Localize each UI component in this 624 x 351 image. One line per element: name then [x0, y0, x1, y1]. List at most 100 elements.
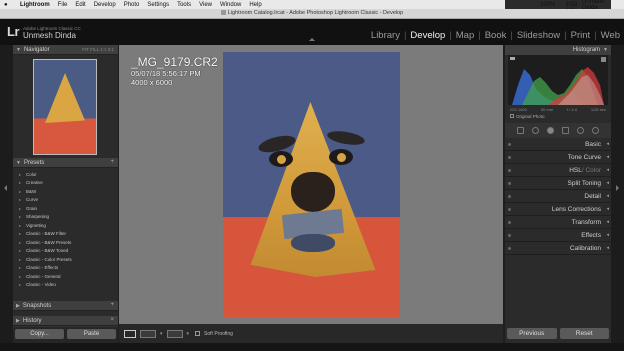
section-effects[interactable]: Effects — [505, 229, 611, 242]
menu-tools[interactable]: Tools — [177, 2, 191, 8]
copy-button[interactable]: Copy... — [15, 329, 64, 339]
loupe-view-icon[interactable] — [124, 329, 136, 338]
section-detail[interactable]: Detail — [505, 190, 611, 203]
section-tone-curve[interactable]: Tone Curve — [505, 151, 611, 164]
presets-header[interactable]: ▼ Presets + — [13, 158, 118, 168]
spot-removal-tool-icon[interactable] — [532, 127, 539, 134]
status-area: 100% Fri 9:59 AM Unmesh Dinda — [505, 0, 611, 14]
graduated-filter-icon[interactable] — [562, 127, 569, 134]
section-calibration[interactable]: Calibration — [505, 242, 611, 255]
navigator-preview[interactable] — [13, 55, 118, 158]
preset-group[interactable]: Classic - B&W Presets — [13, 238, 118, 247]
highlight-clipping-icon[interactable] — [601, 57, 606, 62]
right-panel-edge[interactable] — [611, 45, 624, 351]
add-snapshot-icon[interactable]: + — [110, 302, 114, 308]
preset-group[interactable]: Classic - Color Presets — [13, 255, 118, 264]
section-lens-corrections[interactable]: Lens Corrections — [505, 203, 611, 216]
menu-help[interactable]: Help — [249, 2, 261, 8]
menu-file[interactable]: File — [58, 2, 68, 8]
photo-left-pupil — [277, 155, 286, 164]
collapse-left-panel-icon[interactable] — [4, 185, 7, 191]
menu-settings[interactable]: Settings — [147, 2, 169, 8]
original-photo-checkbox[interactable] — [510, 114, 514, 118]
preset-group[interactable]: Sharpening — [13, 213, 118, 222]
module-map[interactable]: Map — [456, 30, 474, 41]
previous-button[interactable]: Previous — [507, 328, 557, 339]
thumbnail-subject — [45, 73, 85, 123]
preset-group[interactable]: Vignetting — [13, 221, 118, 230]
module-separator: | — [564, 30, 567, 41]
module-book[interactable]: Book — [485, 30, 507, 41]
adjustment-brush-icon[interactable] — [592, 127, 599, 134]
crop-tool-icon[interactable] — [517, 127, 524, 134]
photo-nose — [291, 172, 335, 212]
menu-photo[interactable]: Photo — [124, 2, 140, 8]
before-after-icon[interactable] — [140, 329, 156, 338]
preset-group[interactable]: Creative — [13, 179, 118, 188]
navigator-thumbnail[interactable] — [33, 59, 97, 155]
history-header[interactable]: ▶ History × — [13, 316, 118, 326]
before-after-swap-icon[interactable] — [166, 329, 183, 338]
preset-group[interactable]: Classic - Effects — [13, 264, 118, 273]
filmstrip-edge[interactable] — [0, 343, 624, 351]
photo-right-brow — [326, 128, 366, 148]
module-print[interactable]: Print — [571, 30, 591, 41]
zoom-options[interactable]: FIT FILL 1:1 3:1 — [82, 47, 114, 52]
disclosure-icon: ▼ — [16, 46, 21, 53]
identity-plate: Lr Adobe Lightroom Classic CC Unmesh Din… — [0, 19, 624, 45]
radial-filter-icon[interactable] — [577, 127, 584, 134]
section-transform[interactable]: Transform — [505, 216, 611, 229]
main-photo[interactable] — [223, 52, 400, 317]
module-separator: | — [403, 30, 407, 41]
soft-proofing-checkbox[interactable] — [195, 331, 201, 336]
histogram-graph — [512, 67, 604, 105]
module-web[interactable]: Web — [601, 30, 620, 41]
preset-group[interactable]: Curve — [13, 196, 118, 205]
module-library[interactable]: Library — [371, 30, 400, 41]
dropdown-arrow-icon[interactable]: ▾ — [187, 331, 190, 337]
preset-group[interactable]: Classic - B&W Toned — [13, 247, 118, 256]
menu-view[interactable]: View — [199, 2, 212, 8]
soft-proofing-label: Soft Proofing — [204, 330, 233, 337]
menu-edit[interactable]: Edit — [75, 2, 85, 8]
preset-group[interactable]: Classic - Video — [13, 281, 118, 290]
menu-app-name[interactable]: Lightroom — [20, 2, 50, 8]
section-hsl-color[interactable]: HSL / Color — [505, 164, 611, 177]
section-split-toning[interactable]: Split Toning — [505, 177, 611, 190]
shadow-clipping-icon[interactable] — [510, 57, 515, 62]
preset-group[interactable]: Color — [13, 170, 118, 179]
preset-group[interactable]: Classic - B&W Filter — [13, 230, 118, 239]
clear-history-icon[interactable]: × — [110, 317, 114, 323]
reset-button[interactable]: Reset — [559, 328, 609, 339]
snapshots-title: Snapshots — [22, 302, 52, 309]
apple-menu-icon[interactable]: ● — [4, 2, 12, 8]
left-panel-edge[interactable] — [0, 45, 13, 351]
preset-group[interactable]: B&W — [13, 187, 118, 196]
develop-toolbar: ▾ ▾ Soft Proofing — [119, 324, 503, 343]
add-preset-icon[interactable]: + — [110, 159, 114, 165]
module-develop[interactable]: Develop — [410, 30, 445, 41]
collapse-right-panel-icon[interactable] — [616, 185, 619, 191]
identity-user: Unmesh Dinda — [23, 31, 76, 40]
module-separator: | — [478, 30, 481, 41]
red-eye-tool-icon[interactable] — [547, 127, 554, 134]
image-canvas[interactable]: _MG_9179.CR2 05/07/18 5:56:17 PM 4000 x … — [119, 45, 503, 324]
preset-group[interactable]: Grain — [13, 204, 118, 213]
histogram[interactable] — [508, 55, 608, 105]
photo-right-pupil — [337, 153, 346, 162]
navigator-header[interactable]: ▼ Navigator FIT FILL 1:1 3:1 — [13, 45, 118, 55]
dropdown-arrow-icon[interactable]: ▾ — [160, 331, 163, 337]
original-photo-row[interactable]: Original Photo — [505, 112, 611, 120]
menu-develop[interactable]: Develop — [94, 2, 116, 8]
paste-button[interactable]: Paste — [67, 329, 116, 339]
snapshots-header[interactable]: ▶ Snapshots + — [13, 301, 118, 311]
collapse-top-panel-icon[interactable] — [309, 38, 315, 41]
window-titlebar: Lightroom Catalog.lrcat - Adobe Photosho… — [0, 9, 624, 19]
left-panel-buttons: Copy... Paste — [13, 327, 118, 343]
menu-window[interactable]: Window — [220, 2, 241, 8]
module-slideshow[interactable]: Slideshow — [517, 30, 560, 41]
histogram-header[interactable]: Histogram ▼ — [505, 45, 611, 55]
preset-group[interactable]: Classic - General — [13, 272, 118, 281]
section-hsl-label: HSL — [569, 166, 582, 174]
section-basic[interactable]: Basic — [505, 138, 611, 151]
